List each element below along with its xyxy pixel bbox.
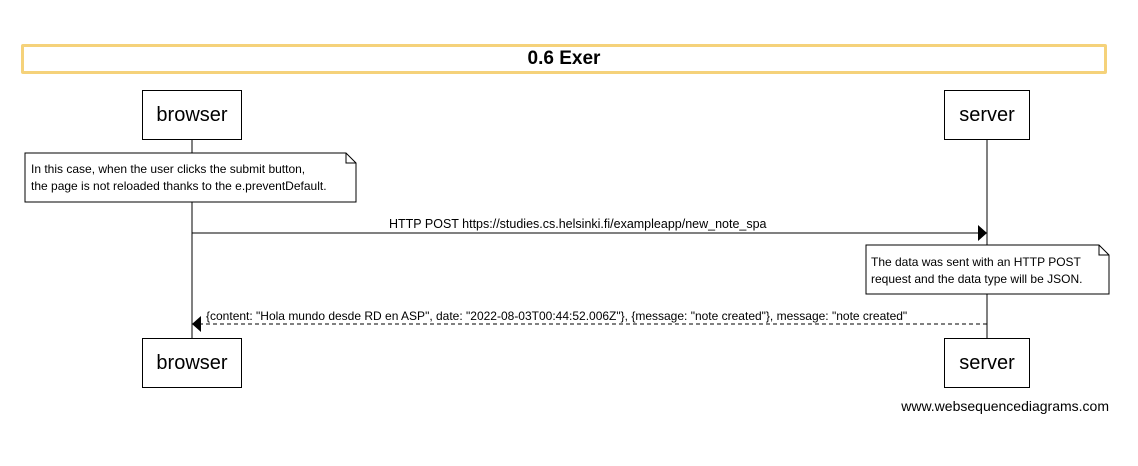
participant-server-top: server	[944, 90, 1030, 140]
diagram-title-box: 0.6 Exer	[21, 44, 1107, 74]
server-note-line-2: request and the data type will be JSON.	[871, 272, 1083, 286]
participant-browser-label: browser	[156, 103, 228, 126]
participant-browser-top: browser	[142, 90, 242, 140]
message-1-label: HTTP POST https://studies.cs.helsinki.fi…	[389, 217, 767, 231]
message-2-label: {content: "Hola mundo desde RD en ASP", …	[206, 309, 908, 323]
message-1-arrowhead	[978, 225, 987, 241]
diagram-title: 0.6 Exer	[527, 48, 601, 69]
footer-attribution: www.websequencediagrams.com	[901, 398, 1109, 414]
participant-server-label: server	[959, 103, 1015, 126]
participant-browser-bottom-label: browser	[156, 351, 228, 374]
participant-server-bottom-label: server	[959, 351, 1015, 374]
message-2-arrowhead	[192, 316, 201, 332]
participant-browser-bottom: browser	[142, 338, 242, 388]
browser-note-text: In this case, when the user clicks the s…	[31, 161, 327, 195]
server-note-text: The data was sent with an HTTP POST requ…	[871, 254, 1082, 288]
server-note-line-1: The data was sent with an HTTP POST	[871, 255, 1081, 269]
browser-note-line-1: In this case, when the user clicks the s…	[31, 162, 306, 176]
browser-note-line-2: the page is not reloaded thanks to the e…	[31, 179, 327, 193]
participant-server-bottom: server	[944, 338, 1030, 388]
